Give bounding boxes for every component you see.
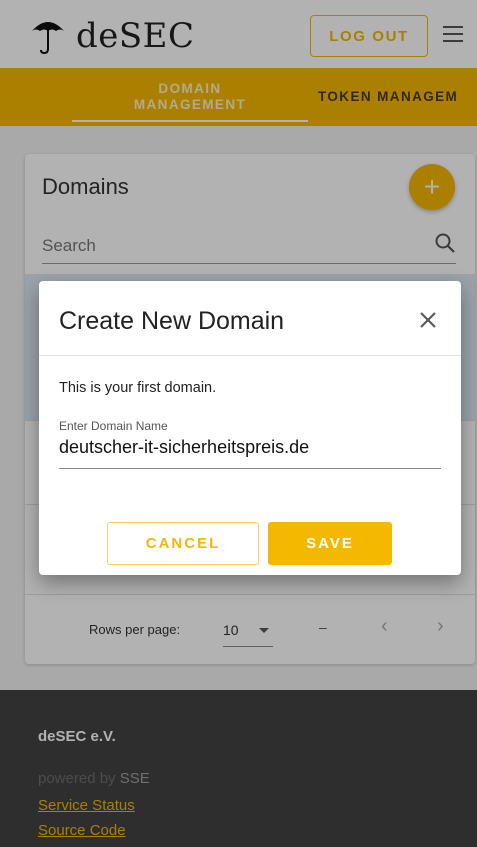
dialog-divider — [39, 355, 461, 356]
dialog-title: Create New Domain — [59, 307, 285, 335]
domain-name-value[interactable]: deutscher-it-sicherheitspreis.de — [59, 437, 309, 458]
create-domain-dialog: Create New Domain This is your first dom… — [39, 281, 461, 575]
dialog-message: This is your first domain. — [59, 380, 217, 396]
domain-name-field[interactable]: Enter Domain Name deutscher-it-sicherhei… — [59, 419, 441, 469]
cancel-button[interactable]: CANCEL — [107, 522, 259, 565]
close-icon[interactable] — [417, 309, 439, 331]
domain-name-label: Enter Domain Name — [59, 419, 168, 433]
save-button[interactable]: SAVE — [268, 522, 392, 565]
